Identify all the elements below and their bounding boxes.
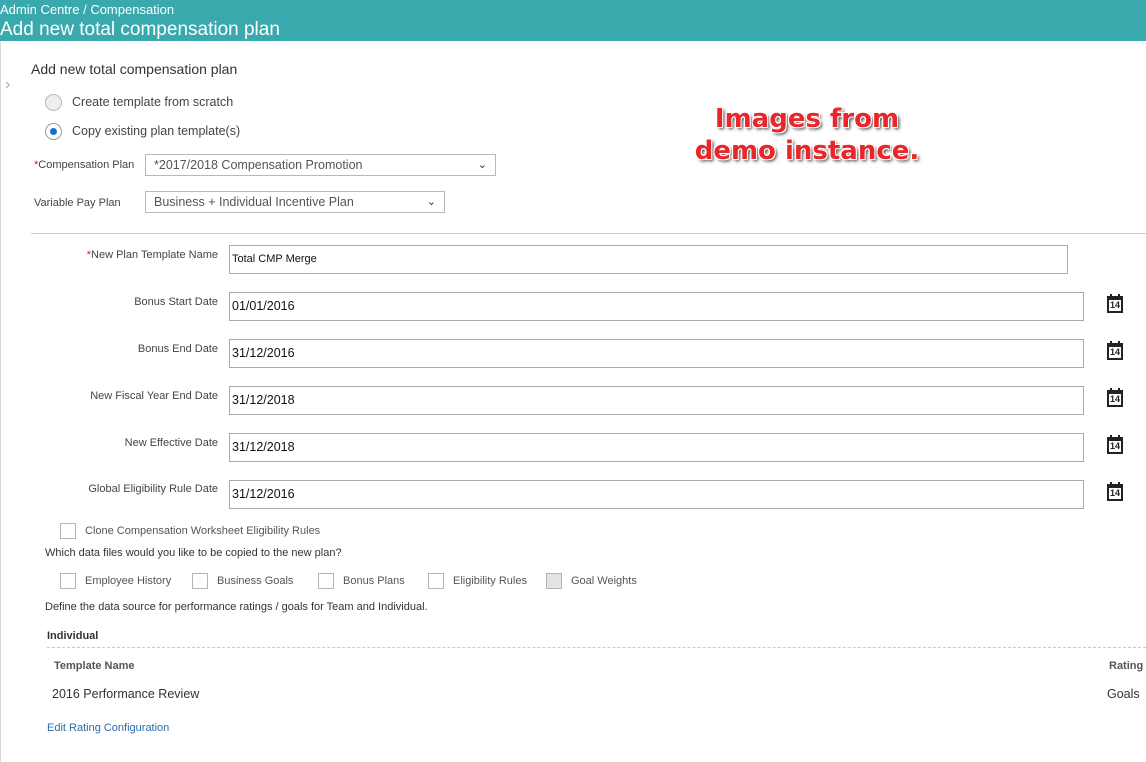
checkbox[interactable] [428, 573, 444, 589]
checkbox[interactable] [60, 573, 76, 589]
template-name-label: *New Plan Template Name [86, 249, 218, 261]
variable-pay-plan-value: Business + Individual Incentive Plan [154, 195, 354, 209]
calendar-icon[interactable]: 14 [1107, 294, 1123, 313]
data-file-label: Eligibility Rules [453, 575, 527, 587]
data-file-employee-history[interactable]: Employee History [60, 573, 171, 589]
checkbox [546, 573, 562, 589]
clone-eligibility-rules-label: Clone Compensation Worksheet Eligibility… [85, 525, 321, 537]
eligibility-rule-date-label: Global Eligibility Rule Date [88, 483, 218, 495]
data-file-label: Business Goals [217, 575, 294, 587]
calendar-icon[interactable]: 14 [1107, 482, 1123, 501]
section-title: Add new total compensation plan [31, 61, 238, 77]
data-source-text: Define the data source for performance r… [45, 601, 428, 613]
fiscal-year-end-label: New Fiscal Year End Date [90, 390, 218, 402]
compensation-plan-value: *2017/2018 Compensation Promotion [154, 158, 363, 172]
edit-rating-configuration-link[interactable]: Edit Rating Configuration [47, 722, 169, 734]
clone-eligibility-rules-checkbox[interactable] [60, 523, 76, 539]
checkbox[interactable] [318, 573, 334, 589]
table-cell-template-name: 2016 Performance Review [52, 687, 200, 701]
page-title: Add new total compensation plan [0, 19, 280, 40]
chevron-right-icon[interactable]: › [5, 77, 10, 93]
table-cell-rating: Goals [1107, 687, 1140, 701]
data-file-eligibility-rules[interactable]: Eligibility Rules [428, 573, 527, 589]
data-file-label: Goal Weights [571, 575, 637, 587]
option-create-from-scratch[interactable]: Create template from scratch [45, 92, 233, 112]
column-header-template-name: Template Name [54, 660, 135, 672]
bonus-end-date-input[interactable]: 31/12/2016 [229, 339, 1084, 368]
data-file-bonus-plans[interactable]: Bonus Plans [318, 573, 405, 589]
compensation-plan-select[interactable]: *2017/2018 Compensation Promotion ⌄ [145, 154, 496, 176]
option-label: Create template from scratch [72, 95, 234, 109]
data-file-business-goals[interactable]: Business Goals [192, 573, 293, 589]
option-copy-existing[interactable]: Copy existing plan template(s) [45, 121, 240, 141]
option-label: Copy existing plan template(s) [72, 124, 241, 138]
individual-heading: Individual [47, 630, 99, 642]
eligibility-rule-date-input[interactable]: 31/12/2016 [229, 480, 1084, 509]
effective-date-input[interactable]: 31/12/2018 [229, 433, 1084, 462]
bonus-end-date-label: Bonus End Date [137, 343, 218, 355]
calendar-icon[interactable]: 14 [1107, 435, 1123, 454]
radio-create-from-scratch[interactable] [45, 93, 62, 111]
section-divider [31, 233, 1146, 234]
calendar-icon[interactable]: 14 [1107, 388, 1123, 407]
breadcrumb[interactable]: Admin Centre / Compensation [0, 2, 174, 17]
overlay-annotation: Images from demo instance. [694, 104, 920, 166]
effective-date-label: New Effective Date [124, 437, 218, 449]
variable-pay-plan-label: Variable Pay Plan [34, 197, 121, 209]
compensation-plan-label: *Compensation Plan [34, 159, 135, 171]
bonus-start-date-label: Bonus Start Date [134, 296, 218, 308]
data-file-label: Bonus Plans [343, 575, 405, 587]
variable-pay-plan-select[interactable]: Business + Individual Incentive Plan ⌄ [145, 191, 445, 213]
column-header-rating: Rating [1109, 660, 1144, 672]
page-header: Admin Centre / Compensation Add new tota… [0, 0, 1146, 41]
template-name-input[interactable]: Total CMP Merge [229, 245, 1068, 274]
data-file-goal-weights: Goal Weights [546, 573, 637, 589]
checkbox[interactable] [192, 573, 208, 589]
data-file-label: Employee History [85, 575, 172, 587]
calendar-icon[interactable]: 14 [1107, 341, 1123, 360]
clone-eligibility-rules-option[interactable]: Clone Compensation Worksheet Eligibility… [60, 523, 320, 539]
chevron-down-icon: ⌄ [477, 159, 487, 171]
fiscal-year-end-input[interactable]: 31/12/2018 [229, 386, 1084, 415]
dashed-divider [47, 647, 1146, 648]
chevron-down-icon: ⌄ [426, 196, 436, 208]
bonus-start-date-input[interactable]: 01/01/2016 [229, 292, 1084, 321]
side-panel-edge [0, 41, 1, 762]
radio-copy-existing[interactable] [45, 122, 62, 140]
data-files-question: Which data files would you like to be co… [45, 547, 342, 559]
